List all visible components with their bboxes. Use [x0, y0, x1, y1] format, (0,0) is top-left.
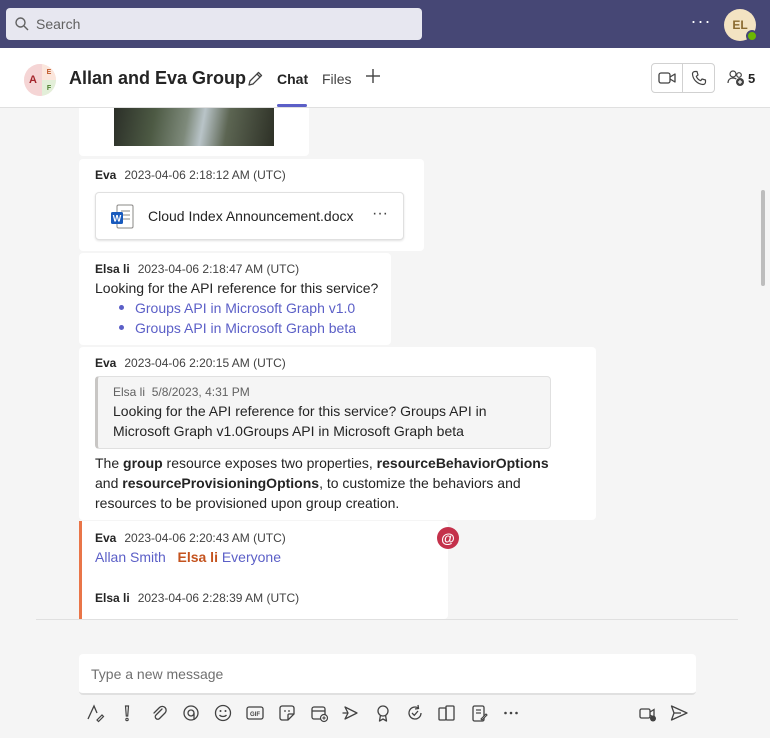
link-groups-api-beta[interactable]: Groups API in Microsoft Graph beta: [135, 318, 356, 338]
gif-icon[interactable]: GIF: [244, 702, 266, 724]
list-bullet: [119, 325, 124, 330]
bold-text: resourceProvisioningOptions: [122, 475, 320, 491]
edit-name-icon[interactable]: [246, 70, 264, 88]
audio-call-button[interactable]: [683, 64, 714, 92]
message-text: The group resource exposes two propertie…: [95, 453, 575, 513]
more-options-icon[interactable]: ···: [690, 12, 712, 34]
chat-header: A E F Allan and Eva Group Chat Files 5: [0, 48, 770, 108]
phone-icon: [691, 70, 706, 86]
group-avatar-initial: F: [42, 80, 56, 96]
word-document-icon: W: [111, 204, 134, 229]
people-add-icon: [727, 70, 744, 86]
bold-text: resourceBehaviorOptions: [376, 455, 549, 471]
participants-count: 5: [748, 70, 756, 86]
format-icon[interactable]: [84, 702, 106, 724]
presence-available-icon: [746, 30, 758, 42]
quoted-message[interactable]: Elsa li 5/8/2023, 4:31 PM Looking for th…: [95, 376, 551, 449]
file-attachment[interactable]: W Cloud Index Announcement.docx ···: [95, 192, 404, 240]
quote-text: Looking for the API reference for this s…: [113, 403, 487, 439]
scrollbar[interactable]: [761, 190, 765, 286]
group-avatar-initial: A: [24, 64, 42, 96]
participants-button[interactable]: 5: [727, 69, 755, 87]
message-author: Eva: [95, 531, 117, 545]
loop-icon[interactable]: [180, 702, 202, 724]
message-author: Elsa li: [95, 591, 130, 605]
message-timestamp: 2023-04-06 2:18:47 AM (UTC): [137, 262, 300, 276]
quote-timestamp: 5/8/2023, 4:31 PM: [151, 385, 250, 399]
shared-image[interactable]: [114, 108, 274, 146]
mention-indicator: [79, 521, 82, 619]
call-buttons: [651, 63, 715, 93]
chat-title: Allan and Eva Group: [69, 68, 247, 88]
updates-icon[interactable]: [468, 702, 490, 724]
message-meta: Elsa li 2023-04-06 2:18:47 AM (UTC): [95, 262, 299, 276]
file-more-options-icon[interactable]: ···: [372, 205, 388, 223]
message-author: Eva: [95, 168, 117, 182]
video-call-button[interactable]: [652, 64, 684, 92]
add-tab-icon[interactable]: [364, 67, 382, 85]
message-text: Looking for the API reference for this s…: [95, 280, 379, 296]
user-avatar[interactable]: EL: [724, 9, 758, 42]
mentions-line: Allan Smith Elsa li Everyone: [95, 547, 281, 567]
attach-icon[interactable]: [148, 702, 170, 724]
text-segment: resource exposes two properties,: [162, 455, 377, 471]
message-timestamp: 2023-04-06 2:20:15 AM (UTC): [124, 356, 286, 370]
divider: [36, 619, 738, 620]
active-tab-indicator: [277, 104, 307, 107]
tab-files[interactable]: Files: [322, 71, 352, 87]
list-bullet: [119, 305, 124, 310]
user-initials: EL: [732, 18, 748, 32]
message-meta: Eva 2023-04-06 2:20:15 AM (UTC): [95, 356, 286, 370]
send-icon[interactable]: [668, 702, 690, 724]
message-meta: Elsa li 2023-04-06 2:28:39 AM (UTC): [95, 591, 299, 605]
mention-badge: @: [437, 527, 459, 549]
search-box[interactable]: Search: [6, 8, 422, 40]
compose-placeholder: Type a new message: [91, 666, 224, 682]
search-icon: [15, 17, 29, 31]
message-meta: Eva 2023-04-06 2:18:12 AM (UTC): [95, 168, 286, 182]
group-avatar-initial: E: [42, 64, 56, 80]
svg-text:W: W: [113, 214, 122, 224]
bold-text: group: [123, 455, 163, 471]
mention-allan-smith[interactable]: Allan Smith: [95, 549, 166, 565]
sticker-icon[interactable]: [276, 702, 298, 724]
link-groups-api-v1[interactable]: Groups API in Microsoft Graph v1.0: [135, 298, 355, 318]
mention-everyone[interactable]: Everyone: [222, 549, 281, 565]
message-timestamp: 2023-04-06 2:20:43 AM (UTC): [124, 531, 286, 545]
praise-icon[interactable]: [372, 702, 394, 724]
video-camera-icon: [658, 72, 676, 84]
more-options-icon[interactable]: [500, 702, 522, 724]
compose-box[interactable]: Type a new message: [79, 654, 696, 695]
quote-author: Elsa li: [113, 385, 146, 399]
stream-icon[interactable]: [340, 702, 362, 724]
mention-elsa-li[interactable]: Elsa li: [177, 549, 217, 565]
top-bar: Search ··· EL: [0, 0, 770, 48]
file-name[interactable]: Cloud Index Announcement.docx: [148, 208, 353, 224]
svg-text:GIF: GIF: [250, 712, 260, 718]
search-placeholder: Search: [36, 16, 81, 32]
text-segment: The: [95, 455, 124, 471]
tab-chat[interactable]: Chat: [277, 71, 308, 87]
audio-message-icon[interactable]: [637, 702, 659, 724]
emoji-icon[interactable]: [212, 702, 234, 724]
text-segment: and: [95, 475, 123, 491]
message-author: Eva: [95, 356, 117, 370]
message-timestamp: 2023-04-06 2:28:39 AM (UTC): [137, 591, 300, 605]
message-timestamp: 2023-04-06 2:18:12 AM (UTC): [124, 168, 286, 182]
message-meta: Eva 2023-04-06 2:20:43 AM (UTC): [95, 531, 286, 545]
important-icon[interactable]: [116, 702, 138, 724]
group-avatar: A E F: [24, 64, 56, 96]
quote-meta: Elsa li 5/8/2023, 4:31 PM: [113, 385, 250, 399]
schedule-meeting-icon[interactable]: [308, 702, 330, 724]
message-author: Elsa li: [95, 262, 130, 276]
viva-learning-icon[interactable]: [436, 702, 458, 724]
approvals-icon[interactable]: [404, 702, 426, 724]
